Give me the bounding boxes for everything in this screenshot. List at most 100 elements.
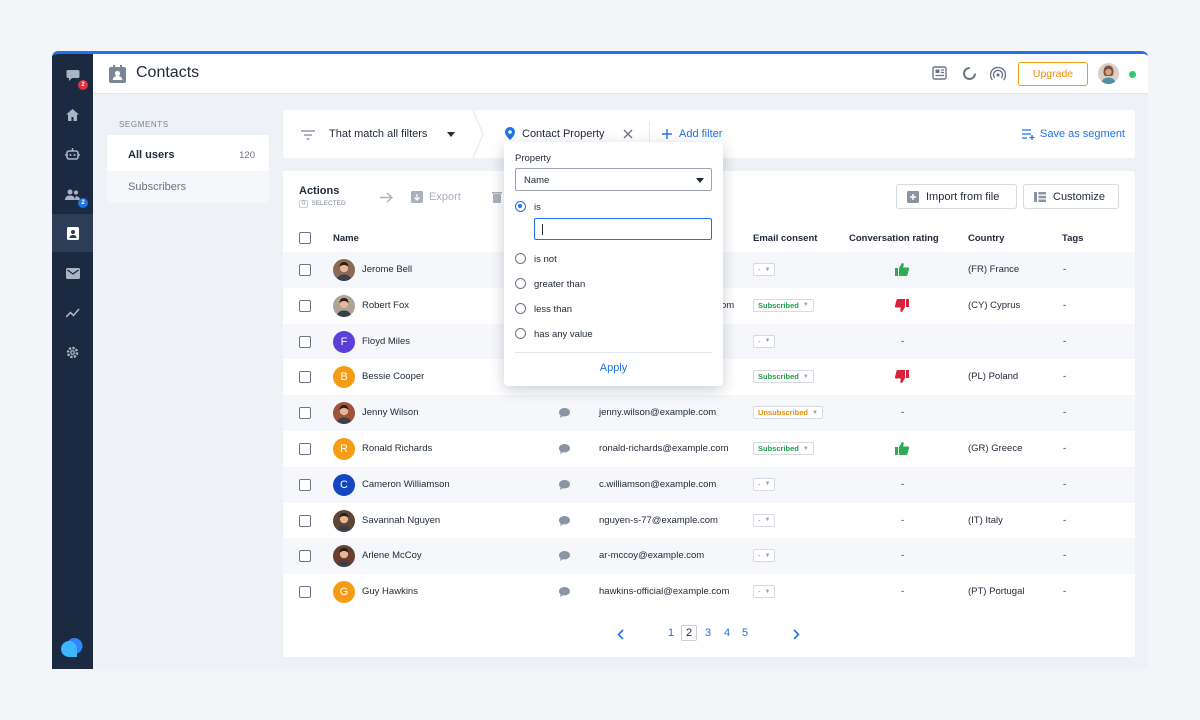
table-row[interactable]: G Guy Hawkins hawkins-official@example.com… [283, 574, 1135, 610]
row-checkbox[interactable] [299, 443, 311, 455]
chat-bubble-icon[interactable] [559, 479, 570, 490]
row-checkbox[interactable] [299, 407, 311, 420]
match-mode-select[interactable]: That match all filters [329, 128, 427, 140]
chat-bubble-icon[interactable] [559, 444, 570, 454]
sidebar-item-home[interactable] [52, 96, 93, 134]
row-checkbox[interactable] [299, 586, 311, 599]
email-consent-select[interactable]: - ▼ [753, 585, 776, 599]
segment-item-subscribers[interactable]: Subscribers [107, 171, 269, 203]
contact-name[interactable]: Arlene McCoy [362, 550, 422, 561]
sidebar-item-inbox[interactable] [52, 254, 93, 292]
email-consent-select[interactable]: - ▼ [753, 513, 776, 527]
add-filter-button[interactable]: Add filter [679, 128, 722, 140]
export-button[interactable]: Export [429, 191, 461, 203]
sidebar-item-chats[interactable]: 2 [52, 56, 93, 94]
contact-name[interactable]: Jerome Bell [362, 264, 412, 275]
sidebar-item-team[interactable]: 2 [52, 175, 93, 213]
radio-is[interactable] [515, 201, 526, 212]
actions-title[interactable]: Actions [299, 185, 339, 197]
row-checkbox[interactable] [299, 514, 311, 527]
contact-name[interactable]: Cameron Williamson [362, 479, 450, 490]
page-link-4[interactable]: 4 [724, 627, 730, 639]
property-select[interactable]: Name [515, 168, 712, 191]
contact-email[interactable]: ar-mccoy@example.com [599, 550, 704, 561]
trash-icon[interactable] [492, 191, 502, 203]
chat-bubble-icon[interactable] [559, 551, 570, 562]
table-row[interactable]: Arlene McCoy ar-mccoy@example.com - ▼ - - [283, 538, 1135, 575]
contact-name[interactable]: Robert Fox [362, 300, 409, 311]
contact-name[interactable]: Ronald Richards [362, 443, 432, 454]
chat-bubble-icon[interactable] [559, 515, 570, 526]
filter-chip-contact-property[interactable]: Contact Property [522, 128, 605, 140]
save-as-segment-button[interactable]: Save as segment [1040, 128, 1125, 140]
email-consent-select[interactable]: Subscribed ▼ [753, 442, 814, 455]
close-icon[interactable] [623, 129, 633, 139]
loading-spinner-icon[interactable] [962, 66, 977, 81]
conversation-rating: - [901, 586, 905, 598]
row-checkbox[interactable] [299, 550, 311, 563]
radio-greater-than[interactable] [515, 278, 526, 289]
email-consent-select[interactable]: - ▼ [753, 549, 776, 563]
plus-icon[interactable] [662, 129, 672, 139]
contact-name[interactable]: Savannah Nguyen [362, 515, 440, 526]
broadcast-icon[interactable] [990, 66, 1006, 81]
column-header-conversation-rating[interactable]: Conversation rating [849, 233, 939, 244]
contact-name[interactable]: Bessie Cooper [362, 371, 424, 382]
contact-name[interactable]: Guy Hawkins [362, 586, 418, 597]
contact-email[interactable]: nguyen-s-77@example.com [599, 515, 718, 526]
email-consent-select[interactable]: Subscribed ▼ [753, 298, 814, 312]
column-header-email-consent[interactable]: Email consent [753, 233, 817, 244]
import-from-file-button[interactable]: Import from file [896, 184, 1017, 209]
column-header-country[interactable]: Country [968, 233, 1004, 244]
user-avatar[interactable] [1098, 63, 1119, 84]
row-checkbox[interactable] [299, 371, 311, 384]
sidebar-item-analytics[interactable] [52, 294, 93, 332]
page-link-3[interactable]: 3 [705, 627, 711, 639]
email-consent-select[interactable]: Subscribed ▼ [753, 370, 814, 384]
email-consent-select[interactable]: - ▼ [753, 334, 776, 348]
arrow-right-icon[interactable] [380, 192, 393, 203]
chevron-left-icon[interactable] [617, 629, 624, 640]
column-header-name[interactable]: Name [333, 233, 359, 244]
sidebar-item-bots[interactable] [52, 135, 93, 173]
chat-bubble-icon[interactable] [559, 408, 570, 419]
column-header-tags[interactable]: Tags [1062, 233, 1083, 244]
contact-name[interactable]: Jenny Wilson [362, 407, 419, 418]
radio-is-not[interactable] [515, 253, 526, 264]
contact-email[interactable]: jenny.wilson@example.com [599, 407, 716, 418]
email-consent-select[interactable]: Unsubscribed ▼ [753, 406, 823, 420]
table-row[interactable]: C Cameron Williamson c.williamson@example.… [283, 466, 1135, 503]
chat-bubble-icon[interactable] [559, 587, 570, 598]
page-link-2-current[interactable]: 2 [681, 625, 698, 641]
row-checkbox[interactable] [299, 335, 311, 348]
contact-email[interactable]: ronald-richards@example.com [599, 443, 729, 454]
chevron-right-icon[interactable] [793, 629, 800, 640]
row-checkbox[interactable] [299, 478, 311, 491]
chevron-down-icon[interactable] [447, 132, 455, 137]
apply-button[interactable]: Apply [504, 362, 723, 374]
email-consent-select[interactable]: - ▼ [753, 263, 776, 276]
radio-has-any-value[interactable] [515, 328, 526, 339]
upgrade-button[interactable]: Upgrade [1018, 62, 1088, 86]
news-icon[interactable] [932, 66, 947, 80]
row-checkbox[interactable] [299, 264, 311, 276]
contact-email[interactable]: hawkins-official@example.com [599, 586, 729, 597]
row-checkbox[interactable] [299, 299, 311, 312]
sidebar-item-contacts[interactable] [52, 214, 93, 252]
segment-item-all-users[interactable]: All users 120 [107, 139, 269, 171]
email-consent-select[interactable]: - ▼ [753, 477, 776, 491]
table-row[interactable]: Savannah Nguyen nguyen-s-77@example.com - ▼… [283, 503, 1135, 539]
select-all-checkbox[interactable] [299, 232, 311, 244]
user-photo-icon [1098, 63, 1119, 84]
radio-less-than[interactable] [515, 303, 526, 314]
page-link-5[interactable]: 5 [742, 627, 748, 639]
contact-email[interactable]: c.williamson@example.com [599, 479, 716, 490]
filter-value-input[interactable] [534, 218, 712, 240]
sidebar-item-settings[interactable] [52, 333, 93, 371]
customize-button[interactable]: Customize [1023, 184, 1119, 209]
page-link-1[interactable]: 1 [668, 627, 674, 639]
table-row[interactable]: Jenny Wilson jenny.wilson@example.com Unsu… [283, 395, 1135, 431]
top-bar: Contacts Upgrade [93, 54, 1148, 94]
table-row[interactable]: R Ronald Richards ronald-richards@example.… [283, 431, 1135, 467]
contact-name[interactable]: Floyd Miles [362, 336, 410, 347]
